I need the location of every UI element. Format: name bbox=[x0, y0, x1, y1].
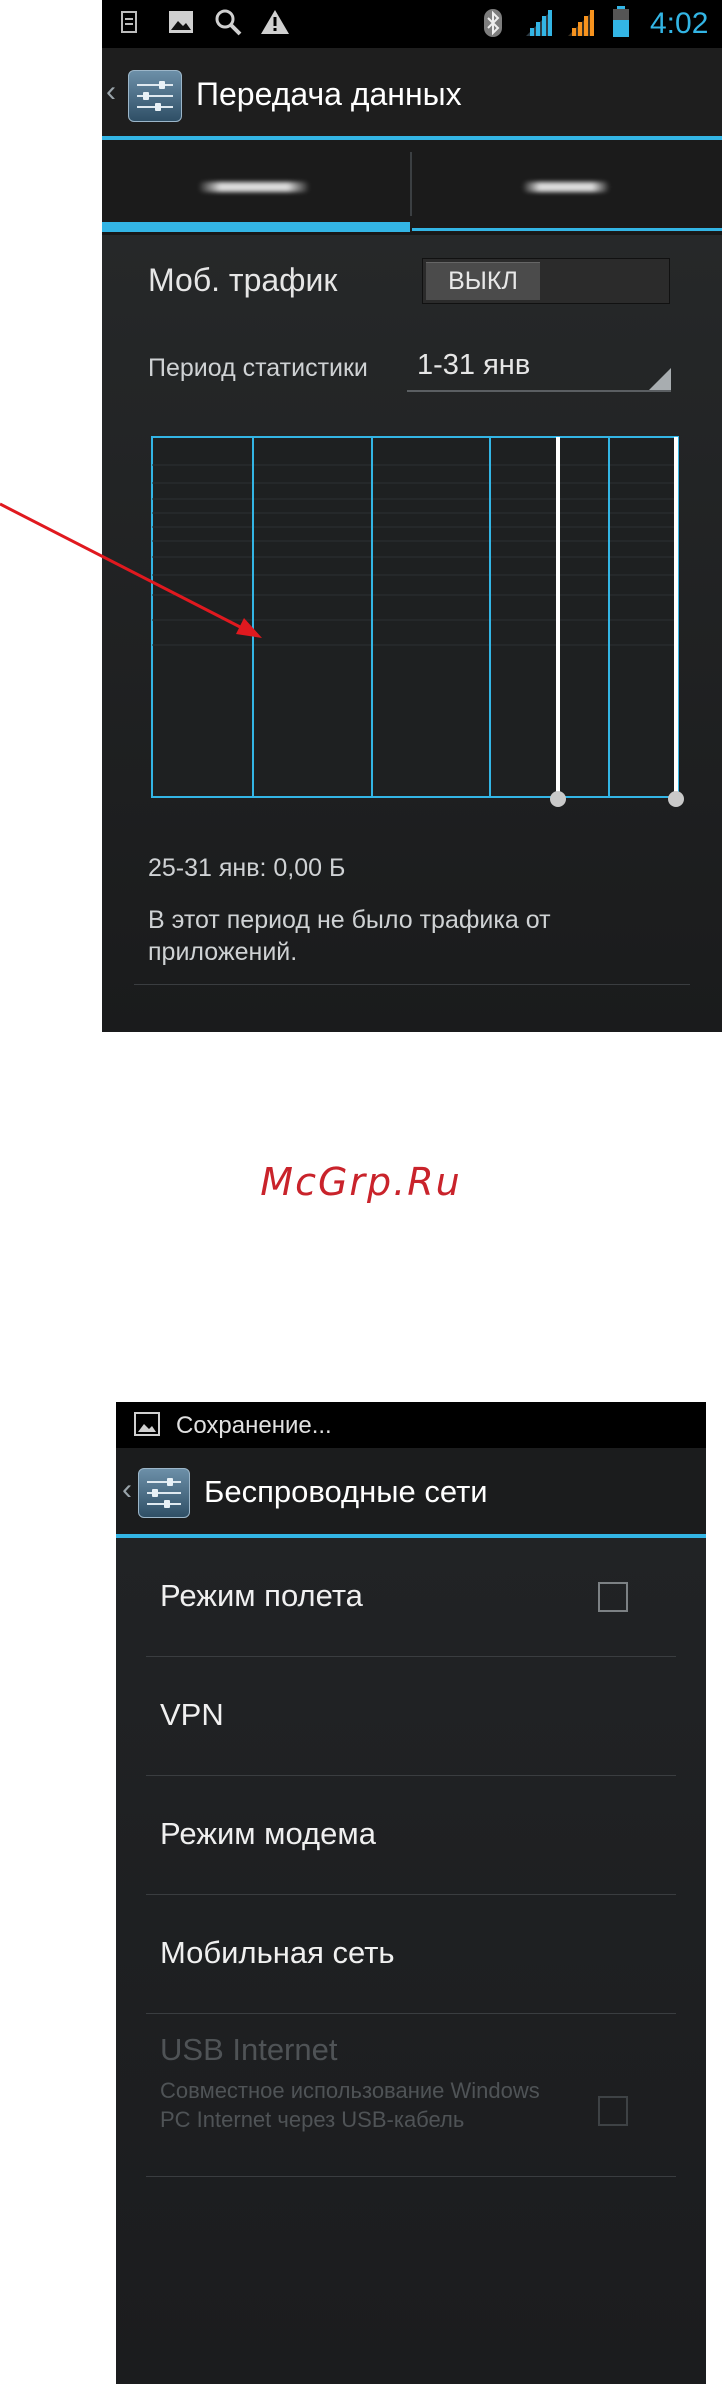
annotation-arrow bbox=[0, 502, 262, 638]
list-item-usb-internet: USB Internet Совместное использование Wi… bbox=[116, 2014, 706, 2176]
list-item-title: VPN bbox=[160, 1697, 224, 1732]
list-item-tethering[interactable]: Режим модема bbox=[116, 1776, 706, 1894]
list-item-title: Режим полета bbox=[160, 1578, 363, 1613]
list-item-title: USB Internet bbox=[160, 2032, 338, 2067]
no-traffic-note: В этот период не было трафика от приложе… bbox=[148, 906, 551, 966]
period-summary: 25-31 янв: 0,00 Б bbox=[148, 854, 346, 882]
watermark: McGrp.Ru bbox=[260, 1160, 462, 1204]
action-bar: ‹ Беспроводные сети bbox=[116, 1448, 706, 1534]
list-item-title: Мобильная сеть bbox=[160, 1935, 395, 1970]
divider bbox=[146, 2176, 676, 2177]
settings-app-icon[interactable] bbox=[138, 1468, 190, 1518]
status-notification: Сохранение... bbox=[176, 1412, 332, 1439]
settings-list: Режим полета VPN Режим модема Мобильная … bbox=[116, 1538, 706, 2384]
list-item-airplane-mode[interactable]: Режим полета bbox=[116, 1538, 706, 1656]
list-item-title: Режим модема bbox=[160, 1816, 376, 1851]
list-item-vpn[interactable]: VPN bbox=[116, 1657, 706, 1775]
usb-internet-checkbox bbox=[598, 2096, 628, 2126]
airplane-mode-checkbox[interactable] bbox=[598, 1582, 628, 1612]
image-icon bbox=[134, 1412, 160, 1441]
back-chevron-icon[interactable]: ‹ bbox=[122, 1470, 132, 1510]
page-title: Беспроводные сети bbox=[204, 1474, 488, 1509]
list-item-summary: Совместное использование Windows PC Inte… bbox=[160, 2078, 540, 2132]
divider bbox=[134, 984, 690, 985]
wireless-networks-screen: Сохранение... ‹ Беспроводные сети Режим … bbox=[116, 1402, 706, 2384]
list-item-mobile-network[interactable]: Мобильная сеть bbox=[116, 1895, 706, 2013]
status-bar: Сохранение... bbox=[116, 1402, 706, 1448]
